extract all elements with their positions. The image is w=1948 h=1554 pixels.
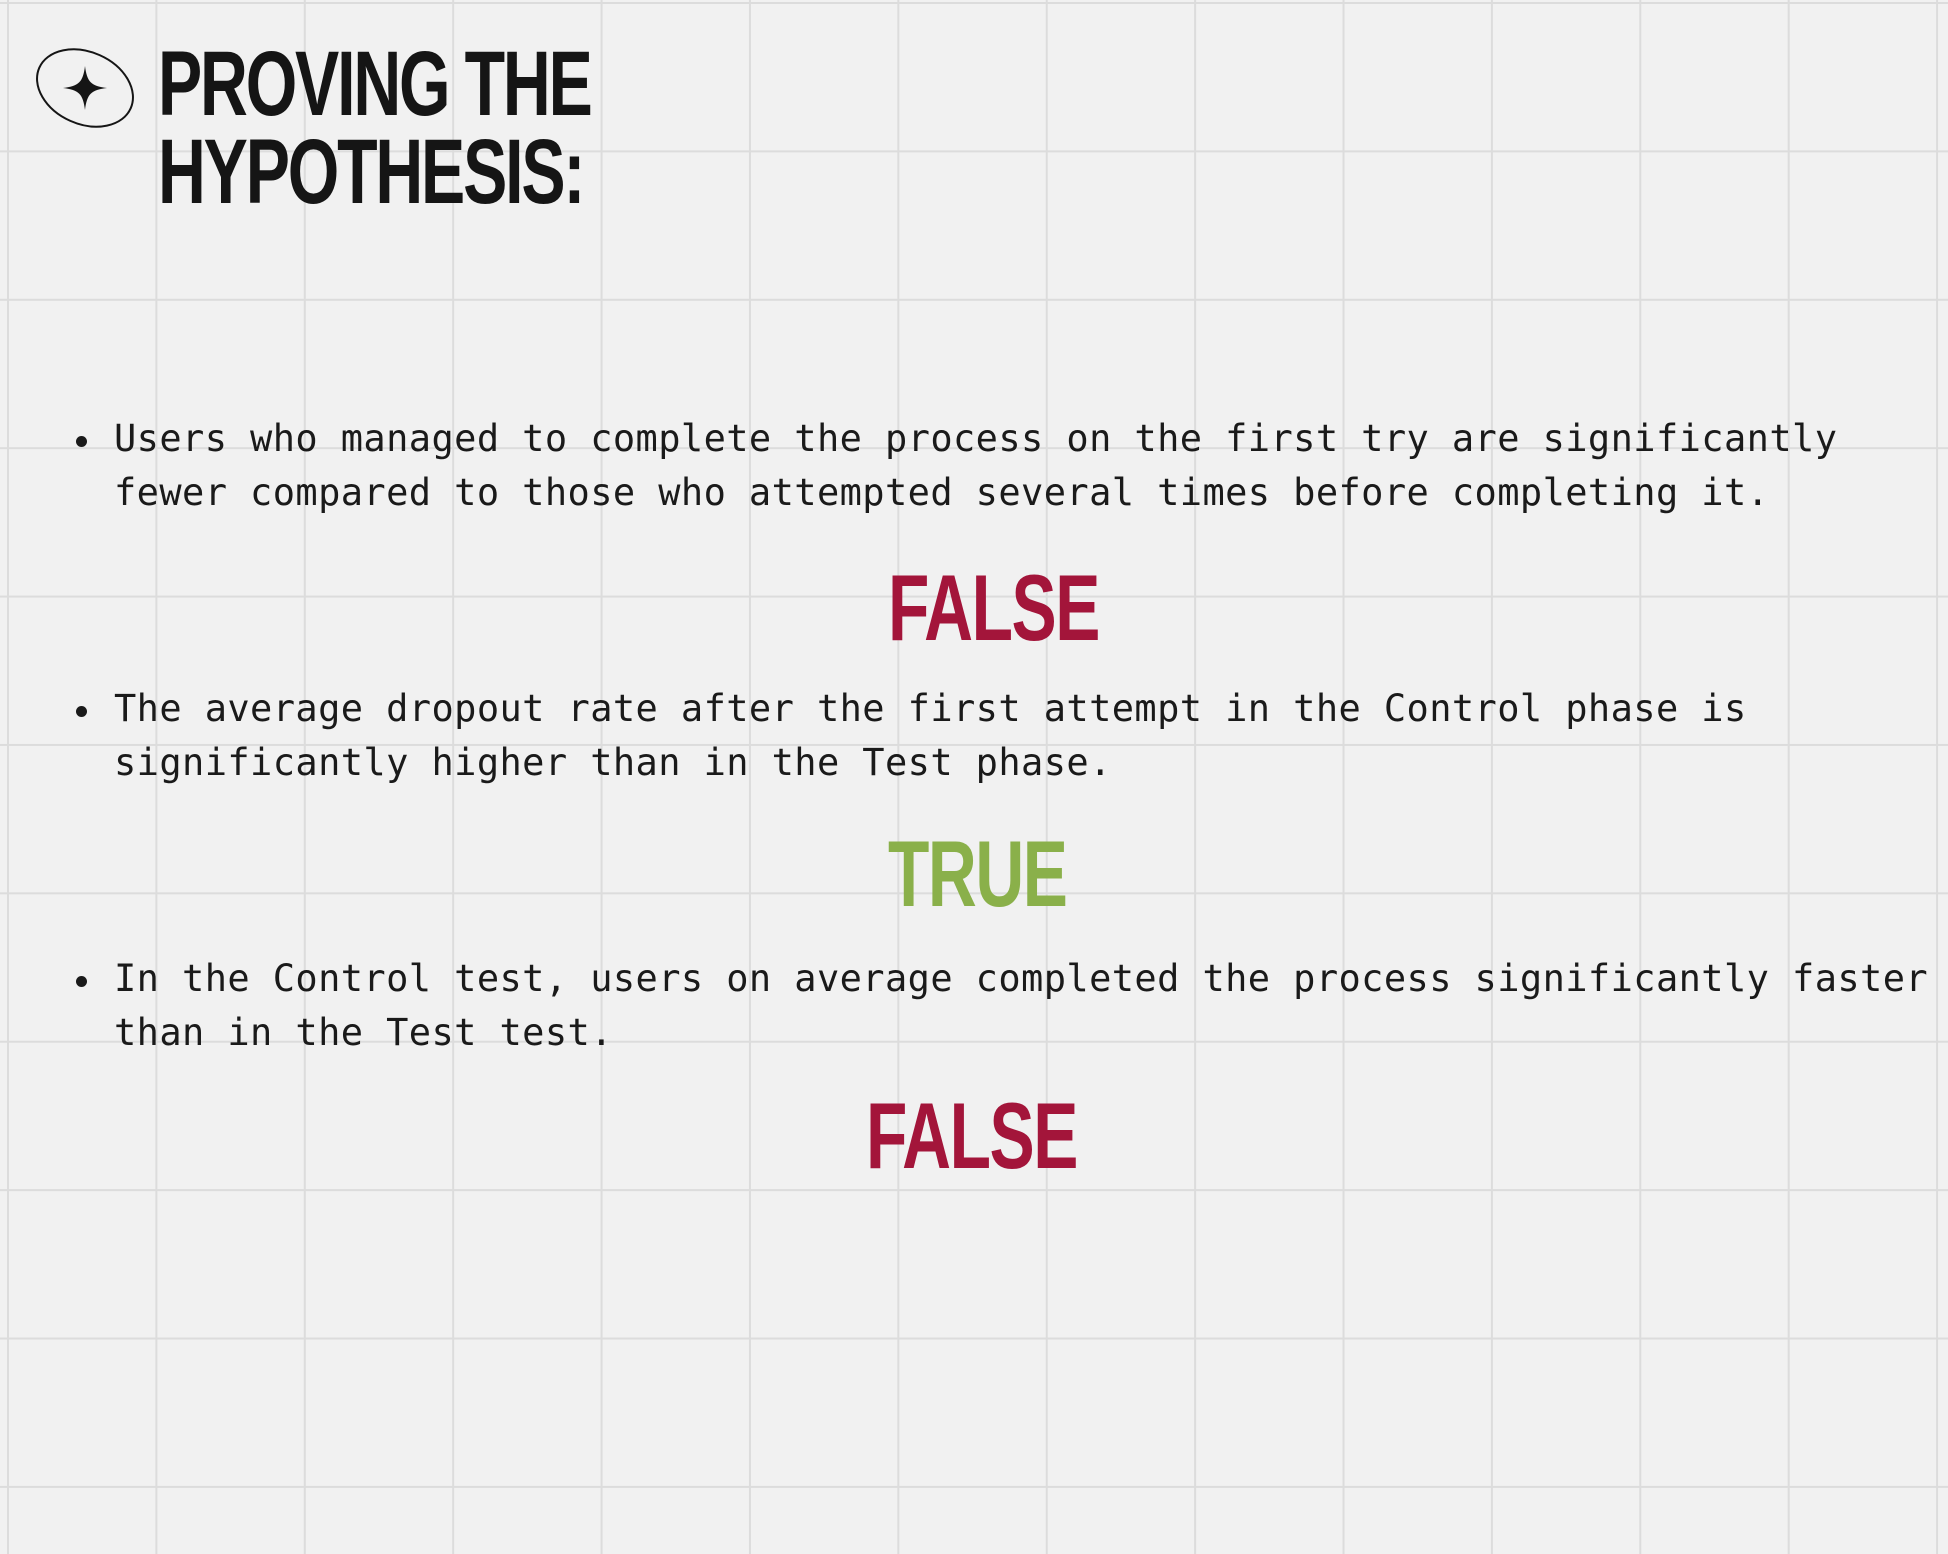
header: PROVING THE HYPOTHESIS:	[32, 33, 778, 223]
slide: PROVING THE HYPOTHESIS: Users who manage…	[0, 0, 1948, 1554]
hypothesis-text: The average dropout rate after the first…	[114, 687, 1747, 784]
verdict-label: FALSE	[866, 1083, 1078, 1188]
bullet-icon	[76, 976, 87, 987]
hypothesis-text: In the Control test, users on average co…	[114, 957, 1929, 1054]
hypothesis-text: Users who managed to complete the proces…	[114, 417, 1838, 514]
verdict-label: FALSE	[888, 555, 1100, 660]
four-point-star-orbit-icon	[36, 48, 134, 128]
page-title: PROVING THE HYPOTHESIS:	[158, 33, 593, 223]
verdict-label: TRUE	[888, 821, 1068, 926]
bullet-icon	[76, 436, 87, 447]
bullet-icon	[76, 706, 87, 717]
